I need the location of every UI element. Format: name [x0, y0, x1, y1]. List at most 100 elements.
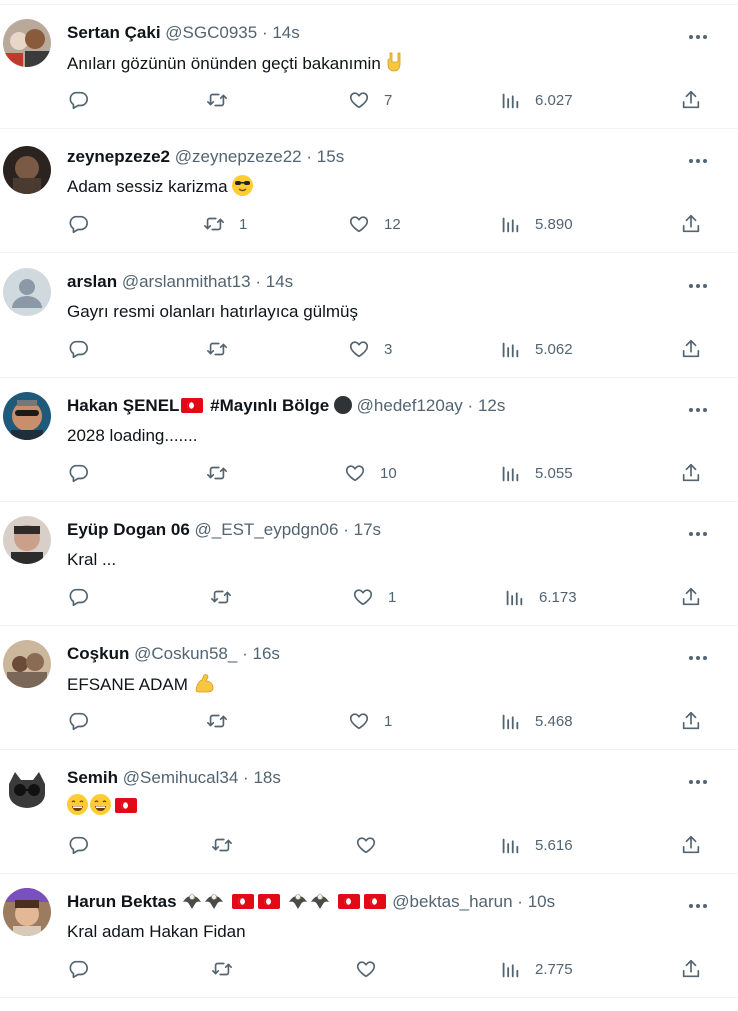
timestamp[interactable]: 17s — [354, 520, 381, 539]
timestamp[interactable]: 15s — [317, 147, 344, 166]
reply-button[interactable] — [67, 832, 103, 858]
tweet[interactable]: arslan @arslanmithat13 · 14s Gayrı resmi… — [0, 254, 738, 378]
user-handle[interactable]: @Coskun58_ — [134, 644, 237, 663]
user-handle[interactable]: @hedef120ay — [357, 396, 463, 415]
tweet[interactable]: Sertan Çaki @SGC0935 · 14s Anıları gözün… — [0, 5, 738, 129]
share-button[interactable] — [680, 336, 702, 362]
views-button[interactable]: 5.468 — [499, 708, 573, 734]
views-count: 5.890 — [535, 215, 573, 233]
timestamp[interactable]: 12s — [478, 396, 505, 415]
retweet-button[interactable] — [211, 832, 247, 858]
like-count: 10 — [380, 464, 397, 482]
like-button[interactable] — [355, 832, 391, 858]
user-handle[interactable]: @Semihucal34 — [123, 768, 239, 787]
timestamp[interactable]: 10s — [528, 892, 555, 911]
views-button[interactable]: 5.062 — [499, 336, 573, 362]
tweet-actions: 1 5.468 — [0, 708, 738, 734]
share-button[interactable] — [680, 211, 702, 237]
share-button[interactable] — [680, 708, 702, 734]
like-button[interactable]: 10 — [344, 460, 397, 486]
retweet-button[interactable]: 1 — [203, 211, 247, 237]
reply-button[interactable] — [67, 956, 103, 982]
user-handle[interactable]: @bektas_harun — [392, 892, 512, 911]
tweet[interactable]: Eyüp Dogan 06 @_EST_eypdgn06 · 17s Kral … — [0, 502, 738, 626]
share-button[interactable] — [680, 460, 702, 486]
avatar[interactable] — [3, 516, 51, 564]
tweet[interactable]: Coşkun @Coskun58_ · 16s EFSANE ADAM 1 5.… — [0, 626, 738, 750]
timestamp[interactable]: 14s — [272, 23, 299, 42]
like-count: 12 — [384, 215, 401, 233]
like-button[interactable]: 1 — [352, 584, 396, 610]
more-icon[interactable] — [688, 896, 708, 908]
share-button[interactable] — [680, 87, 702, 113]
like-button[interactable]: 12 — [348, 211, 401, 237]
avatar[interactable] — [3, 640, 51, 688]
avatar[interactable] — [3, 146, 51, 194]
views-button[interactable]: 5.616 — [499, 832, 573, 858]
more-icon[interactable] — [688, 524, 708, 536]
like-button[interactable]: 3 — [348, 336, 392, 362]
like-count: 1 — [384, 712, 393, 730]
more-icon[interactable] — [688, 151, 708, 163]
reply-icon — [67, 338, 89, 360]
tweet[interactable]: Semih @Semihucal34 · 18s 5.616 — [0, 750, 738, 874]
display-name[interactable]: Eyüp Dogan 06 — [67, 520, 190, 539]
avatar[interactable] — [3, 764, 51, 812]
user-handle[interactable]: @_EST_eypdgn06 — [195, 520, 339, 539]
reply-button[interactable] — [67, 211, 103, 237]
tweet[interactable]: Hakan ŞENEL #Mayınlı Bölge @hedef120ay ·… — [0, 378, 738, 502]
reply-button[interactable] — [67, 708, 103, 734]
display-name[interactable]: Sertan Çaki — [67, 23, 161, 42]
avatar[interactable] — [3, 268, 51, 316]
share-button[interactable] — [680, 832, 702, 858]
views-button[interactable]: 6.027 — [499, 87, 573, 113]
like-button[interactable] — [355, 956, 391, 982]
tweet-text-content: Kral adam Hakan Fidan — [67, 922, 246, 941]
timestamp[interactable]: 14s — [266, 272, 293, 291]
more-icon[interactable] — [688, 400, 708, 412]
avatar[interactable] — [3, 19, 51, 67]
retweet-button[interactable] — [211, 956, 247, 982]
views-button[interactable]: 6.173 — [503, 584, 577, 610]
views-icon — [499, 213, 521, 235]
reply-button[interactable] — [67, 460, 103, 486]
tweet-text: Kral adam Hakan Fidan — [67, 920, 246, 944]
reply-button[interactable] — [67, 336, 103, 362]
reply-button[interactable] — [67, 584, 103, 610]
user-handle[interactable]: @zeynepzeze22 — [175, 147, 302, 166]
flexed-bicep-icon — [195, 674, 214, 693]
views-button[interactable]: 5.055 — [499, 460, 573, 486]
timestamp[interactable]: 16s — [252, 644, 279, 663]
more-icon[interactable] — [688, 772, 708, 784]
tweet-text: Gayrı resmi olanları hatırlayıca gülmüş — [67, 300, 358, 324]
user-handle[interactable]: @SGC0935 — [165, 23, 257, 42]
display-name[interactable]: Hakan ŞENEL — [67, 396, 179, 415]
like-button[interactable]: 7 — [348, 87, 392, 113]
eagle-icon — [183, 894, 202, 909]
tweet[interactable]: zeynepzeze2 @zeynepzeze22 · 15s Adam ses… — [0, 129, 738, 253]
display-name[interactable]: zeynepzeze2 — [67, 147, 170, 166]
display-name[interactable]: Harun Bektas — [67, 892, 177, 911]
display-name[interactable]: Coşkun — [67, 644, 129, 663]
like-button[interactable]: 1 — [348, 708, 392, 734]
reply-button[interactable] — [67, 87, 103, 113]
retweet-button[interactable] — [206, 336, 242, 362]
avatar[interactable] — [3, 392, 51, 440]
more-icon[interactable] — [688, 648, 708, 660]
retweet-button[interactable] — [206, 708, 242, 734]
display-name[interactable]: Semih — [67, 768, 118, 787]
views-button[interactable]: 5.890 — [499, 211, 573, 237]
tweet[interactable]: Harun Bektas @bektas_harun · 10s Kral ad… — [0, 874, 738, 998]
share-button[interactable] — [680, 584, 702, 610]
retweet-button[interactable] — [206, 460, 242, 486]
share-button[interactable] — [680, 956, 702, 982]
timestamp[interactable]: 18s — [253, 768, 280, 787]
user-handle[interactable]: @arslanmithat13 — [122, 272, 251, 291]
retweet-button[interactable] — [210, 584, 246, 610]
retweet-button[interactable] — [206, 87, 242, 113]
more-icon[interactable] — [688, 27, 708, 39]
display-name[interactable]: arslan — [67, 272, 117, 291]
more-icon[interactable] — [688, 276, 708, 288]
views-button[interactable]: 2.775 — [499, 956, 573, 982]
avatar[interactable] — [3, 888, 51, 936]
